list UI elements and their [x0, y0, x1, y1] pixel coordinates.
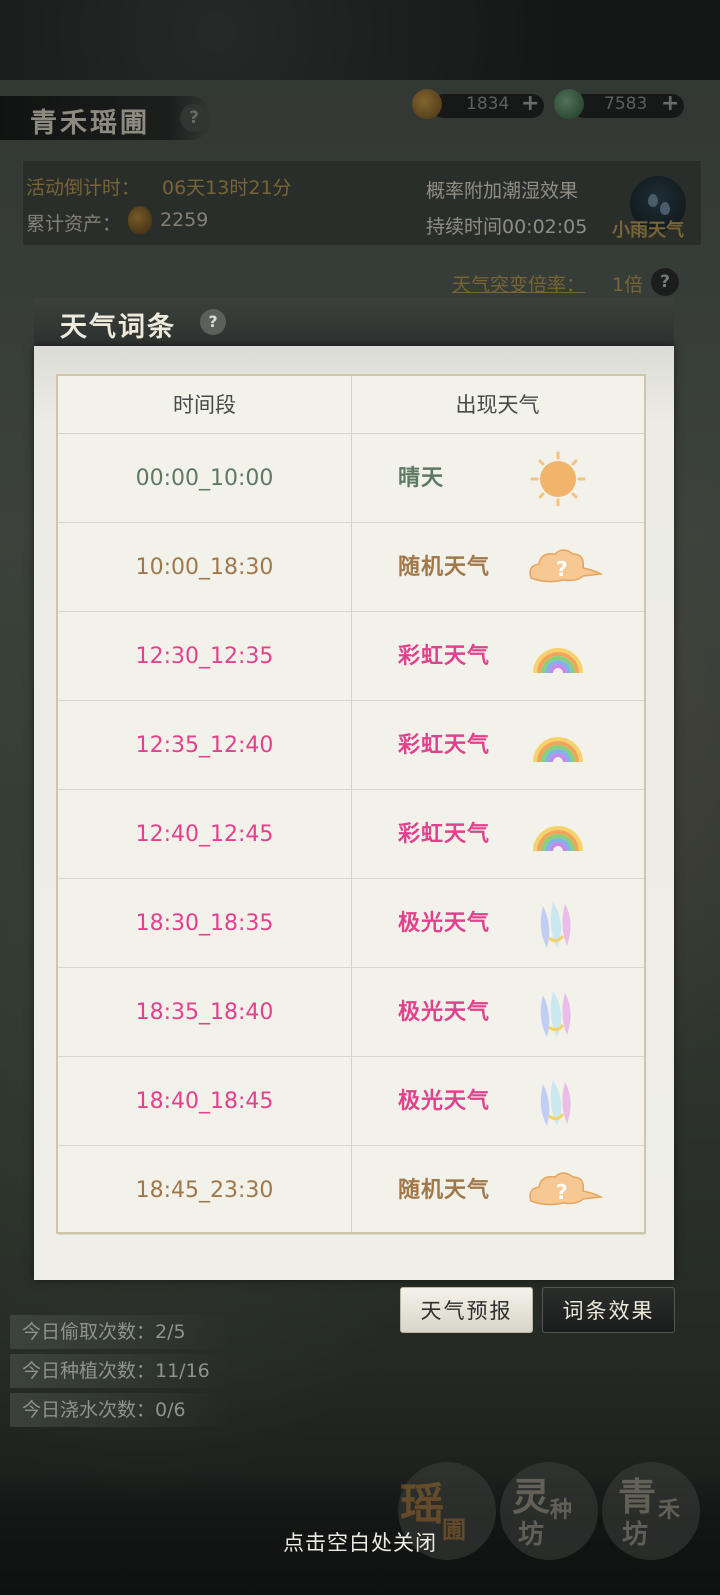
water-count-stat: 今日浇水次数：0/6 [10, 1393, 230, 1427]
time-range-cell: 00:00_10:00 [135, 466, 274, 491]
nav-yaopu-char: 瑶 [400, 1479, 444, 1530]
close-hint-text[interactable]: 点击空白处关闭 [0, 1527, 720, 1557]
weather-name-cell: 随机天气 [398, 1178, 491, 1203]
time-range-cell: 18:30_18:35 [135, 911, 274, 936]
rainbow-icon [523, 718, 593, 774]
weather-name-cell: 彩虹天气 [398, 822, 491, 847]
rainbow-icon [523, 807, 593, 863]
weather-name-cell: 晴天 [398, 466, 445, 491]
weather-name-cell: 彩虹天气 [398, 644, 491, 669]
weather-forecast-button[interactable]: 天气预报 [400, 1287, 533, 1333]
time-range-cell: 18:40_18:45 [135, 1089, 274, 1114]
time-range-cell: 12:30_12:35 [135, 644, 274, 669]
weather-name-cell: 极光天气 [398, 911, 491, 936]
svg-text:?: ? [556, 557, 568, 581]
time-range-cell: 10:00_18:30 [135, 555, 274, 580]
weather-name-cell: 彩虹天气 [398, 733, 491, 758]
aurora-icon [523, 985, 593, 1041]
time-range-cell: 18:45_23:30 [135, 1178, 274, 1203]
modal-help-icon[interactable]: ? [200, 309, 226, 335]
nav-qinghe-char: 青 [618, 1474, 657, 1519]
entry-effects-button[interactable]: 词条效果 [542, 1287, 675, 1333]
nav-qinghe-char2: 禾 [658, 1497, 681, 1523]
nav-lingzhong-char: 灵 [512, 1474, 551, 1519]
nav-lingzhong-char2: 种 [550, 1497, 573, 1523]
aurora-icon [523, 1074, 593, 1130]
cloud-question-icon: ? [523, 540, 604, 596]
weather-name-cell: 极光天气 [398, 1000, 491, 1025]
svg-text:?: ? [556, 1180, 568, 1204]
time-range-cell: 12:35_12:40 [135, 733, 274, 758]
plant-count-stat: 今日种植次数：11/16 [10, 1354, 230, 1388]
rainbow-icon [523, 629, 593, 685]
steal-count-stat: 今日偷取次数：2/5 [10, 1315, 230, 1349]
aurora-icon [523, 896, 593, 952]
weather-name-cell: 随机天气 [398, 555, 491, 580]
header-weather: 出现天气 [455, 393, 540, 417]
modal-title: 天气词条 [60, 312, 176, 343]
header-time: 时间段 [173, 393, 236, 417]
column-divider [351, 376, 352, 1232]
time-range-cell: 18:35_18:40 [135, 1000, 274, 1025]
sun-icon [523, 451, 593, 507]
time-range-cell: 12:40_12:45 [135, 822, 274, 847]
cloud-question-icon: ? [523, 1163, 604, 1219]
weather-name-cell: 极光天气 [398, 1089, 491, 1114]
